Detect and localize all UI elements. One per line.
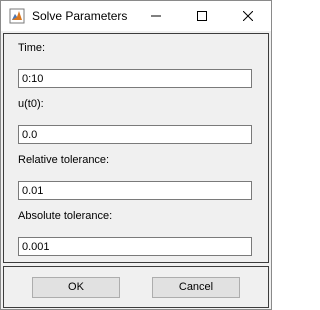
close-icon: [243, 11, 253, 21]
absolute-tolerance-label: Absolute tolerance:: [18, 210, 113, 222]
parameters-panel: Time: u(t0): Relative tolerance: Absolut…: [3, 33, 269, 263]
u-t0-input[interactable]: [18, 125, 252, 144]
absolute-tolerance-input[interactable]: [18, 237, 252, 256]
cancel-button[interactable]: Cancel: [152, 277, 240, 298]
dialog-window: Solve Parameters Time: u(t0): Relative t…: [0, 0, 272, 310]
matlab-figure-icon: [9, 8, 25, 24]
u-t0-label: u(t0):: [18, 98, 44, 110]
ok-button[interactable]: OK: [32, 277, 120, 298]
maximize-button[interactable]: [179, 1, 225, 31]
title-bar[interactable]: Solve Parameters: [1, 1, 271, 31]
relative-tolerance-label: Relative tolerance:: [18, 154, 110, 166]
minimize-icon: [151, 15, 161, 17]
window-title: Solve Parameters: [32, 9, 128, 23]
button-bar: OK Cancel: [3, 266, 269, 308]
close-button[interactable]: [225, 1, 271, 31]
maximize-icon: [197, 11, 207, 21]
relative-tolerance-input[interactable]: [18, 181, 252, 200]
time-label: Time:: [18, 42, 46, 54]
time-input[interactable]: [18, 69, 252, 88]
minimize-button[interactable]: [133, 1, 179, 31]
